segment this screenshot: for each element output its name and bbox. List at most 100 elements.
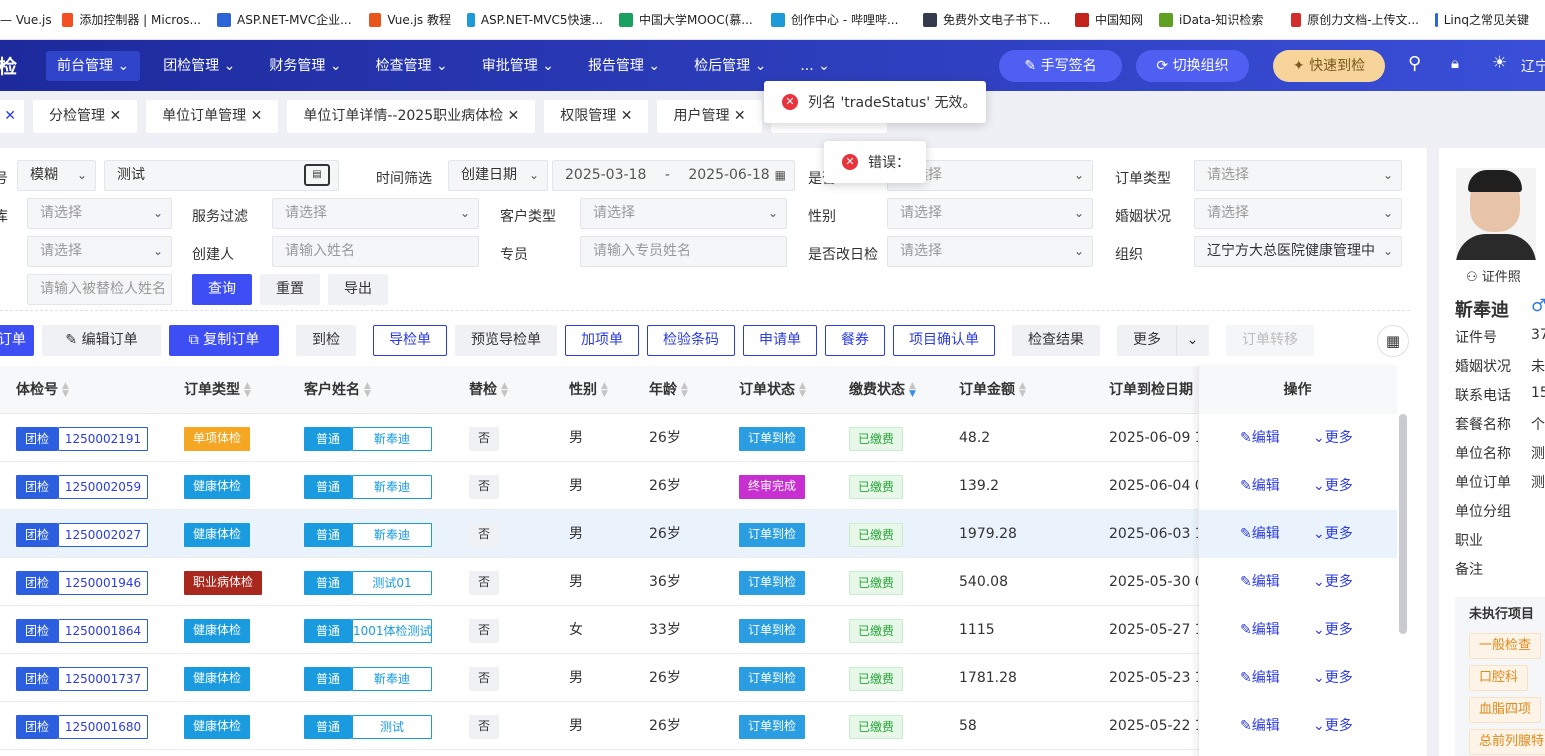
match-mode-select[interactable]: 模糊 ⌄ xyxy=(17,160,96,191)
creator-input[interactable]: 请输入姓名 xyxy=(272,236,479,267)
nav-item[interactable]: 财务管理 ⌄ xyxy=(258,51,352,81)
col-customer[interactable]: 客户姓名 ▲ ▼ xyxy=(304,366,371,414)
customer-name-link[interactable]: 靳奉迪 xyxy=(352,475,432,499)
tab-item[interactable]: 权限管理 ✕ xyxy=(544,99,649,133)
column-settings-icon[interactable]: ▦ xyxy=(1377,325,1409,357)
marital-select[interactable]: 请选择 ⌄ xyxy=(1194,198,1402,229)
service-filter-select[interactable]: 请选择 ⌄ xyxy=(272,198,479,229)
nav-item[interactable]: 前台管理 ⌄ xyxy=(46,50,141,81)
exam-no-link[interactable]: 1250001864 xyxy=(58,619,148,643)
keyword-input[interactable]: 测试 ▤ xyxy=(104,160,339,191)
customer-name-link[interactable]: 靳奉迪 xyxy=(352,523,432,547)
close-icon[interactable]: ✕ xyxy=(729,108,746,124)
more-dropdown-button[interactable]: 更多 ⌄ xyxy=(1117,325,1209,356)
exam-no-link[interactable]: 1250002059 xyxy=(58,475,148,499)
bookmark-item[interactable]: Linq之常见关键 xyxy=(1431,0,1541,39)
copy-order-button[interactable]: ⧉ 复制订单 xyxy=(169,325,279,356)
bookmark-item[interactable]: 添加控制器 | Micros... xyxy=(58,0,213,39)
staff-input[interactable]: 请输入专员姓名 xyxy=(580,236,787,267)
nav-item[interactable]: 检后管理 ⌄ xyxy=(683,51,777,81)
preview-guide-button[interactable]: 预览导检单 xyxy=(455,325,557,356)
bookmark-item[interactable]: ASP.NET-MVC5快速... xyxy=(463,0,615,39)
col-order-type[interactable]: 订单类型 ▲ ▼ xyxy=(184,366,251,414)
confirm-sheet-button[interactable]: 项目确认单 xyxy=(893,325,995,356)
result-button[interactable]: 检查结果 xyxy=(1012,325,1100,356)
col-replace[interactable]: 替检 ▲ ▼ xyxy=(469,366,508,414)
theme-sun-icon[interactable]: ☀ xyxy=(1492,53,1507,73)
lock-icon[interactable]: 🔒︎ xyxy=(1451,54,1459,72)
bookmark-item[interactable]: Vue.js 教程 xyxy=(365,0,463,39)
table-row[interactable]: 团检 1250002059 健康体检 普通 靳奉迪 否 男 26岁 终审完成 已缴费 139.2 20… xyxy=(0,462,1397,510)
col-age[interactable]: 年龄 ▲ ▼ xyxy=(649,366,688,414)
bookmark-item[interactable]: 免费外文电子书下... xyxy=(919,0,1071,39)
tab-item[interactable]: 单位订单管理 ✕ xyxy=(146,99,279,133)
nav-item[interactable]: 审批管理 ⌄ xyxy=(471,51,565,81)
export-button[interactable]: 导出 xyxy=(328,274,388,305)
nav-item[interactable]: 检查管理 ⌄ xyxy=(365,51,459,81)
col-pay[interactable]: 缴费状态 ▲ ▼ xyxy=(849,366,916,414)
exam-no-link[interactable]: 1250002027 xyxy=(58,523,148,547)
barcode-button[interactable]: 检验条码 xyxy=(647,325,735,356)
tab-partial[interactable]: ✕ xyxy=(0,99,24,133)
quick-arrive-button[interactable]: ✦ 快速到检 xyxy=(1273,50,1385,82)
customer-name-link[interactable]: 测试01 xyxy=(352,571,432,595)
nav-item[interactable]: 团检管理 ⌄ xyxy=(152,51,246,81)
bookmark-item[interactable]: ASP.NET-MVC企业... xyxy=(213,0,365,39)
row2-first-select[interactable]: 请选择 ⌄ xyxy=(27,198,172,229)
guide-sheet-button[interactable]: 导检单 xyxy=(373,325,447,356)
pending-item-tag[interactable]: 口腔科 xyxy=(1469,665,1529,691)
close-icon[interactable]: ✕ xyxy=(246,108,263,124)
add-item-button[interactable]: 加项单 xyxy=(565,325,639,356)
arrive-button[interactable]: 到检 xyxy=(296,325,356,356)
tab-item[interactable]: 分检管理 ✕ xyxy=(33,99,138,133)
bookmark-item[interactable]: 原创力文档-上传文... xyxy=(1287,0,1431,39)
pending-item-tag[interactable]: 总前列腺特 xyxy=(1469,729,1545,755)
exam-no-link[interactable]: 1250001737 xyxy=(58,667,148,691)
org-select[interactable]: 辽宁方大总医院健康管理中 ⌄ xyxy=(1194,236,1402,267)
col-amount[interactable]: 订单金额 ▲ ▼ xyxy=(959,366,1026,414)
bookmark-item[interactable]: 创作中心 - 哔哩哔... xyxy=(767,0,919,39)
table-row[interactable]: 团检 1250001680 健康体检 普通 测试 否 男 26岁 订单到检 已缴费 58 2025-0… xyxy=(0,702,1397,750)
order-transfer-button[interactable]: 订单转移 xyxy=(1226,325,1314,356)
handwrite-sign-button[interactable]: ✎ 手写签名 xyxy=(999,50,1122,82)
table-row[interactable]: 团检 1250002027 健康体检 普通 靳奉迪 否 男 26岁 订单到检 已缴费 1979.28… xyxy=(0,510,1397,558)
exam-no-link[interactable]: 1250002191 xyxy=(58,427,148,451)
reset-button[interactable]: 重置 xyxy=(260,274,320,305)
customer-name-link[interactable]: 测试 xyxy=(352,715,432,739)
customer-name-link[interactable]: 靳奉迪 xyxy=(352,427,432,451)
col-status[interactable]: 订单状态 ▲ ▼ xyxy=(739,366,806,414)
time-type-select[interactable]: 创建日期 ⌄ xyxy=(448,160,548,191)
close-icon[interactable]: ✕ xyxy=(616,108,633,124)
user-name[interactable]: 辽宁 xyxy=(1521,56,1545,76)
nav-item[interactable]: 报告管理 ⌄ xyxy=(577,51,671,81)
date-range-picker[interactable]: 2025-03-18 - 2025-06-18 ▦ xyxy=(552,160,795,191)
table-row[interactable]: 团检 1250001737 健康体检 普通 靳奉迪 否 男 26岁 订单到检 已缴费 1781.28… xyxy=(0,654,1397,702)
replaced-person-input[interactable]: 请输入被替检人姓名 xyxy=(27,274,172,305)
apply-sheet-button[interactable]: 申请单 xyxy=(743,325,817,356)
bookmark-item[interactable]: — Vue.js xyxy=(0,0,58,39)
table-scrollbar[interactable] xyxy=(1399,414,1407,634)
table-row[interactable]: 团检 1250001946 职业病体检 普通 测试01 否 男 36岁 订单到检 已缴费 540.0… xyxy=(0,558,1397,606)
gender-select[interactable]: 请选择 ⌄ xyxy=(887,198,1093,229)
order-type-select[interactable]: 请选择 ⌄ xyxy=(1194,160,1402,191)
tab-item[interactable]: 用户管理 ✕ xyxy=(657,99,762,133)
row3-first-select[interactable]: 请选择 ⌄ xyxy=(27,236,172,267)
nav-item[interactable]: ... ⌄ xyxy=(789,51,841,81)
new-order-button[interactable]: 订单 xyxy=(0,325,34,356)
reschedule-select[interactable]: 请选择 ⌄ xyxy=(887,236,1093,267)
id-card-icon[interactable]: ▤ xyxy=(304,164,330,186)
col-gender[interactable]: 性别 ▲ ▼ xyxy=(569,366,608,414)
search-icon[interactable]: ⚲ xyxy=(1408,53,1421,74)
query-button[interactable]: 查询 xyxy=(192,274,252,305)
tab-item[interactable]: 单位订单详情--2025职业病体检 ✕ xyxy=(287,99,536,133)
pending-item-tag[interactable]: 血脂四项 xyxy=(1469,697,1542,723)
pending-item-tag[interactable]: 一般检查 xyxy=(1469,633,1542,659)
close-icon[interactable]: ✕ xyxy=(105,108,121,124)
bookmark-item[interactable]: iData-知识检索 xyxy=(1155,0,1287,39)
col-date[interactable]: 订单到检日期 xyxy=(1109,366,1198,414)
customer-name-link[interactable]: 靳奉迪 xyxy=(352,667,432,691)
switch-org-button[interactable]: ⟳ 切换组织 xyxy=(1136,50,1249,82)
meal-ticket-button[interactable]: 餐券 xyxy=(825,325,885,356)
id-photo-label[interactable]: ⚇ 证件照 xyxy=(1466,266,1521,285)
customer-name-link[interactable]: 1001体检测试 xyxy=(352,619,432,643)
